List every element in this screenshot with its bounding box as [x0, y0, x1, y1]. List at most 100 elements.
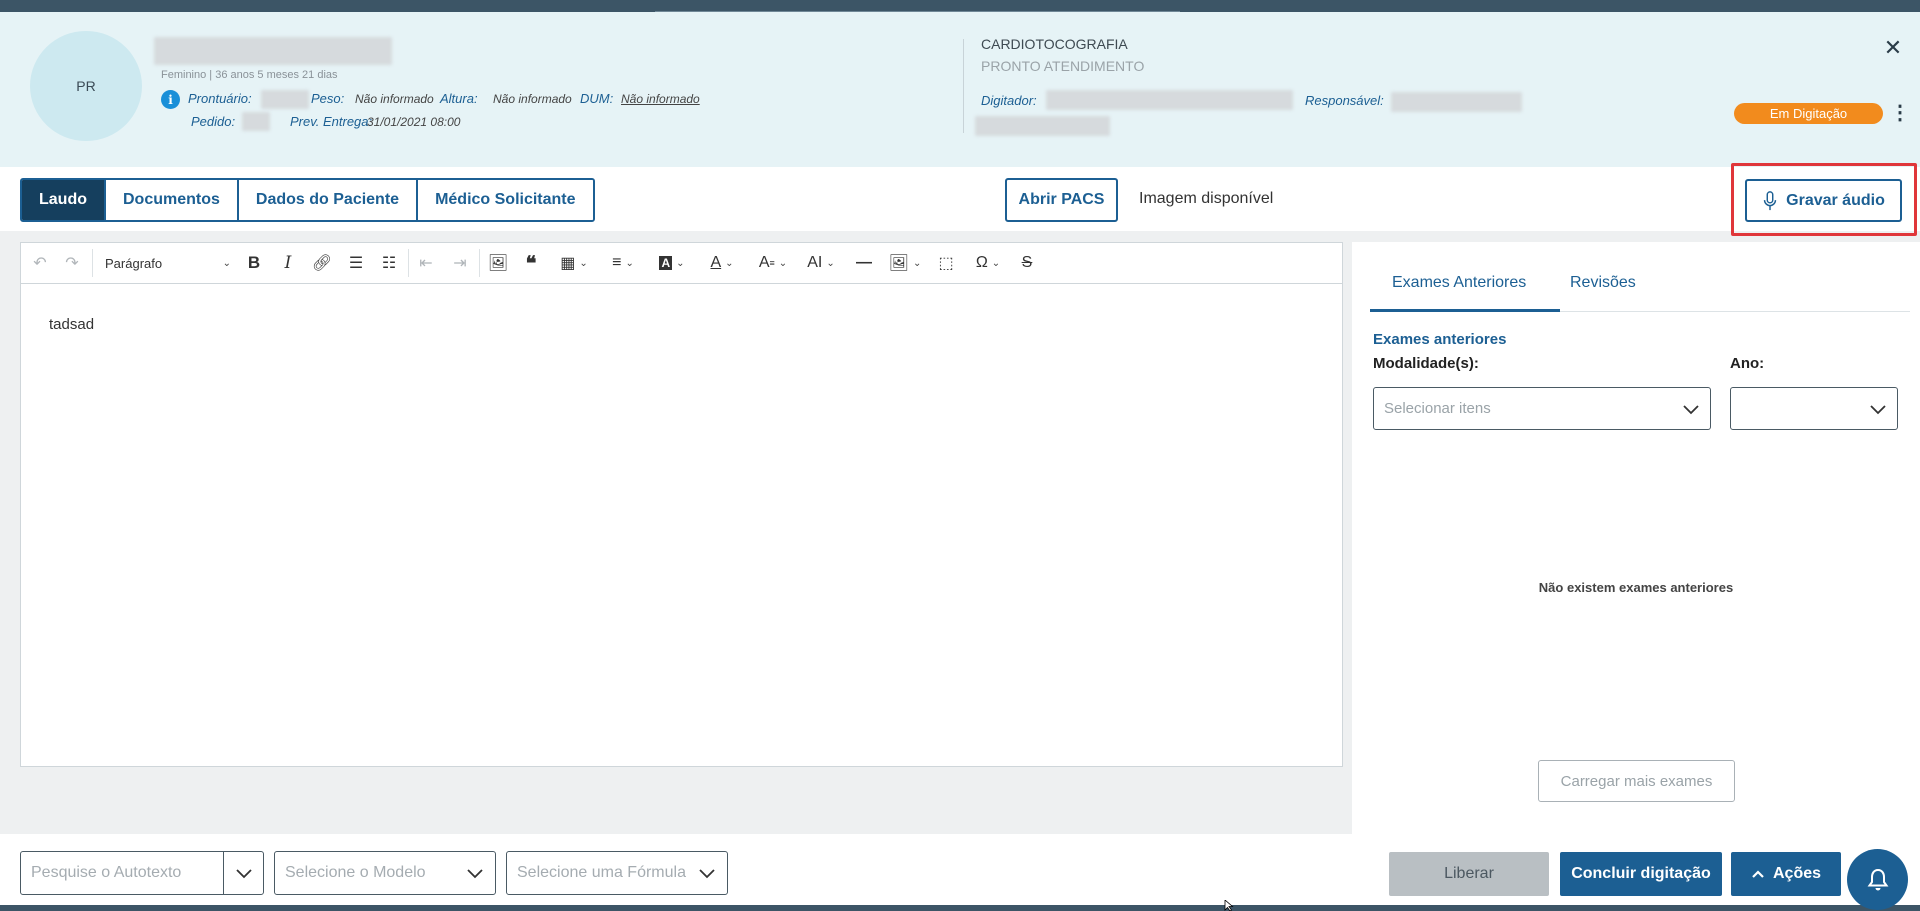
chevron-down-icon — [455, 852, 495, 894]
peso-value: Não informado — [355, 92, 434, 106]
responsavel-extra-redacted — [975, 116, 1110, 136]
tab-exames-anteriores[interactable]: Exames Anteriores — [1392, 274, 1526, 292]
info-icon[interactable]: i — [161, 90, 180, 109]
highlight-icon[interactable]: A ⌄ — [654, 251, 690, 275]
font-color-icon[interactable]: A ⌄ — [704, 251, 740, 275]
undo-icon[interactable]: ↶ — [29, 251, 51, 275]
special-characters-icon[interactable]: Ω ⌄ — [969, 251, 1007, 275]
toolbar-separator — [408, 249, 409, 277]
patient-name-redacted — [154, 37, 392, 65]
pedido-label: Pedido: — [191, 114, 236, 129]
indent-icon[interactable]: ⇥ — [449, 251, 471, 275]
open-pacs-button[interactable]: Abrir PACS — [1005, 178, 1118, 222]
section-title: Exames anteriores — [1373, 331, 1507, 348]
horizontal-line-icon[interactable]: — — [853, 251, 875, 275]
chevron-down-icon — [1870, 404, 1886, 414]
blockquote-icon[interactable]: ❝ — [520, 251, 542, 275]
insert-image-icon[interactable]: 🖼︎ — [486, 251, 510, 275]
align-icon[interactable]: ≡ ⌄ — [605, 251, 641, 275]
previous-exams-panel: Exames Anteriores Revisões Exames anteri… — [1352, 242, 1920, 834]
dum-value[interactable]: Não informado — [621, 92, 700, 106]
liberar-button[interactable]: Liberar — [1389, 852, 1549, 896]
select-all-icon[interactable]: ⬚ — [934, 251, 958, 275]
autotexto-placeholder: Pesquise o Autotexto — [31, 864, 182, 881]
app-window: PR Feminino | 36 anos 5 meses 21 dias i … — [0, 12, 1920, 910]
numbered-list-icon[interactable]: ☷ — [378, 251, 400, 275]
record-audio-label: Gravar áudio — [1786, 191, 1885, 209]
avatar: PR — [30, 31, 142, 141]
microphone-icon — [1763, 190, 1777, 210]
panel-tabs: Exames Anteriores Revisões — [1370, 242, 1910, 312]
modelo-select[interactable]: Selecione o Modelo — [274, 851, 496, 895]
bold-icon[interactable]: B — [243, 251, 265, 275]
prontuario-value-redacted — [261, 90, 309, 109]
exam-title: CARDIOTOCOGRAFIA — [981, 36, 1128, 52]
chevron-down-icon[interactable] — [223, 852, 263, 894]
table-icon[interactable]: ▦ ⌄ — [556, 251, 592, 275]
toolbar-separator — [92, 249, 93, 277]
toolbar-separator — [479, 249, 480, 277]
digitador-value-redacted — [1046, 90, 1293, 110]
modalidade-select[interactable]: Selecionar itens — [1373, 387, 1711, 430]
peso-label: Peso: — [311, 91, 345, 106]
modelo-placeholder: Selecione o Modelo — [285, 864, 426, 881]
entrega-label: Prev. Entrega: — [290, 114, 373, 129]
strikethrough-icon[interactable]: S — [1016, 251, 1038, 275]
dum-label: DUM: — [580, 91, 614, 106]
outdent-icon[interactable]: ⇤ — [415, 251, 437, 275]
tab-medico-solicitante[interactable]: Médico Solicitante — [418, 180, 593, 220]
bulleted-list-icon[interactable]: ☰ — [345, 251, 367, 275]
formula-select[interactable]: Selecione uma Fórmula — [506, 851, 728, 895]
paragraph-style-select[interactable]: Parágrafo ⌄ — [105, 251, 231, 275]
formula-placeholder: Selecione uma Fórmula — [517, 864, 686, 881]
link-icon[interactable]: 🔗︎ — [311, 251, 333, 275]
digitador-label: Digitador: — [981, 93, 1037, 108]
empty-state-message: Não existem exames anteriores — [1538, 580, 1734, 595]
paragraph-style-value: Parágrafo — [105, 255, 163, 271]
editor-content[interactable]: tadsad — [49, 316, 94, 333]
autotexto-search[interactable]: Pesquise o Autotexto — [20, 851, 264, 895]
patient-demographics: Feminino | 36 anos 5 meses 21 dias — [161, 69, 338, 81]
ano-select[interactable] — [1730, 387, 1898, 430]
prontuario-label: Prontuário: — [188, 91, 252, 106]
responsavel-label: Responsável: — [1305, 93, 1384, 108]
tab-revisoes[interactable]: Revisões — [1570, 274, 1636, 292]
ano-label: Ano: — [1730, 355, 1765, 372]
status-badge: Em Digitação — [1734, 103, 1883, 124]
record-audio-button[interactable]: Gravar áudio — [1745, 179, 1902, 222]
main-tabs: Laudo Documentos Dados do Paciente Médic… — [20, 178, 595, 222]
entrega-value: 31/01/2021 08:00 — [367, 115, 461, 129]
font-family-icon[interactable]: AI ⌄ — [801, 251, 841, 275]
modalidade-label: Modalidade(s): — [1373, 355, 1479, 372]
load-more-button[interactable]: Carregar mais exames — [1538, 760, 1735, 802]
font-size-icon[interactable]: A ≡ ⌄ — [753, 251, 793, 275]
chevron-down-icon: ⌄ — [222, 257, 231, 269]
chevron-up-icon — [1752, 870, 1764, 878]
chevron-down-icon — [1683, 404, 1699, 414]
image-status-text: Imagem disponível — [1139, 190, 1274, 207]
header-divider — [963, 39, 964, 133]
tab-dados-paciente[interactable]: Dados do Paciente — [238, 180, 419, 220]
concluir-digitacao-button[interactable]: Concluir digitação — [1560, 852, 1722, 896]
mouse-cursor-icon — [1224, 900, 1234, 911]
modalidade-placeholder: Selecionar itens — [1384, 400, 1491, 417]
redo-icon[interactable]: ↷ — [61, 251, 83, 275]
responsavel-value-redacted — [1391, 92, 1522, 112]
exam-subtitle: PRONTO ATENDIMENTO — [981, 58, 1145, 74]
avatar-initials: PR — [76, 78, 96, 94]
more-options-icon[interactable]: ⋮ — [1890, 102, 1910, 126]
altura-label: Altura: — [440, 91, 478, 106]
acoes-button[interactable]: Ações — [1731, 852, 1841, 896]
patient-header: PR Feminino | 36 anos 5 meses 21 dias i … — [0, 12, 1920, 167]
bell-icon — [1867, 868, 1888, 890]
notifications-button[interactable] — [1847, 849, 1908, 910]
tab-laudo[interactable]: Laudo — [22, 180, 106, 220]
image-upload-icon[interactable]: 🖼︎ ⌄ — [885, 251, 925, 275]
rich-text-editor: ↶ ↷ Parágrafo ⌄ B I 🔗︎ ☰ ☷ ⇤ ⇥ 🖼︎ ❝ ▦ ⌄ ≡… — [20, 242, 1343, 767]
chevron-down-icon — [687, 852, 727, 894]
tab-documentos[interactable]: Documentos — [106, 180, 239, 220]
altura-value: Não informado — [493, 92, 572, 106]
close-icon[interactable]: ✕ — [1882, 37, 1904, 59]
editor-toolbar: ↶ ↷ Parágrafo ⌄ B I 🔗︎ ☰ ☷ ⇤ ⇥ 🖼︎ ❝ ▦ ⌄ ≡… — [21, 243, 1342, 284]
italic-icon[interactable]: I — [277, 251, 299, 275]
